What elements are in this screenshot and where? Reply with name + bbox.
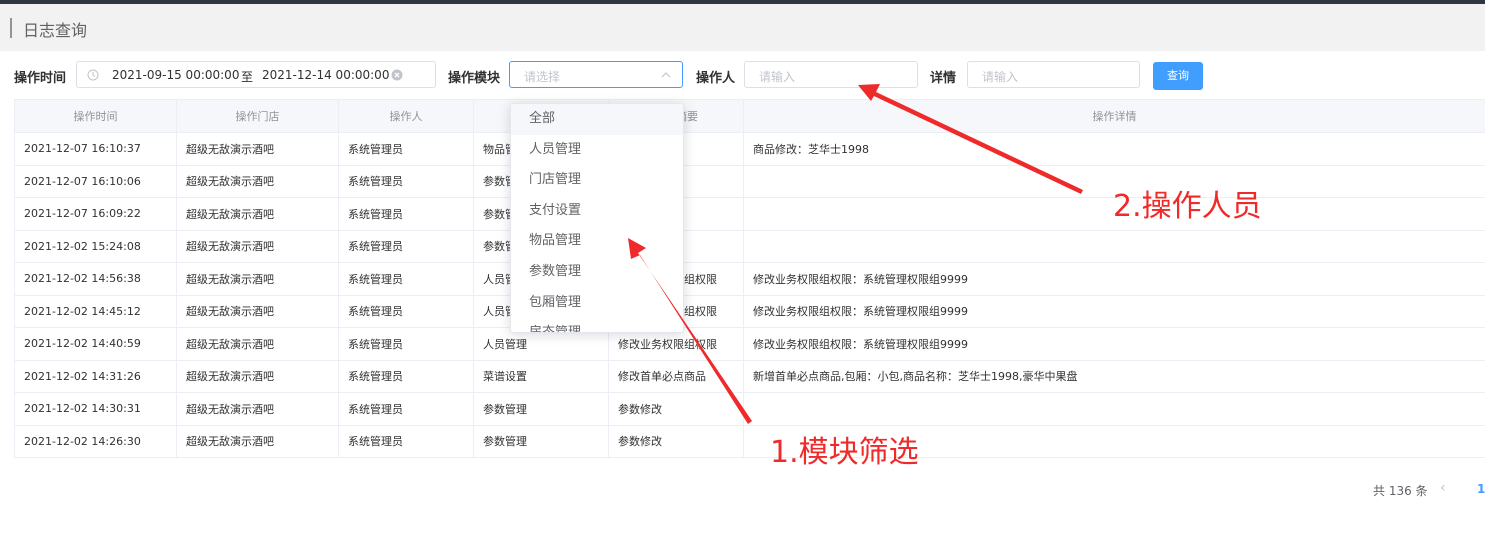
annotation-module-filter: 1.模块筛选 [770,435,919,470]
annotation-arrow-operator [858,84,1083,194]
annotation-operator: 2.操作人员 [1113,189,1262,224]
annotation-arrow-module [628,238,752,424]
annotation-arrows [628,84,1083,424]
